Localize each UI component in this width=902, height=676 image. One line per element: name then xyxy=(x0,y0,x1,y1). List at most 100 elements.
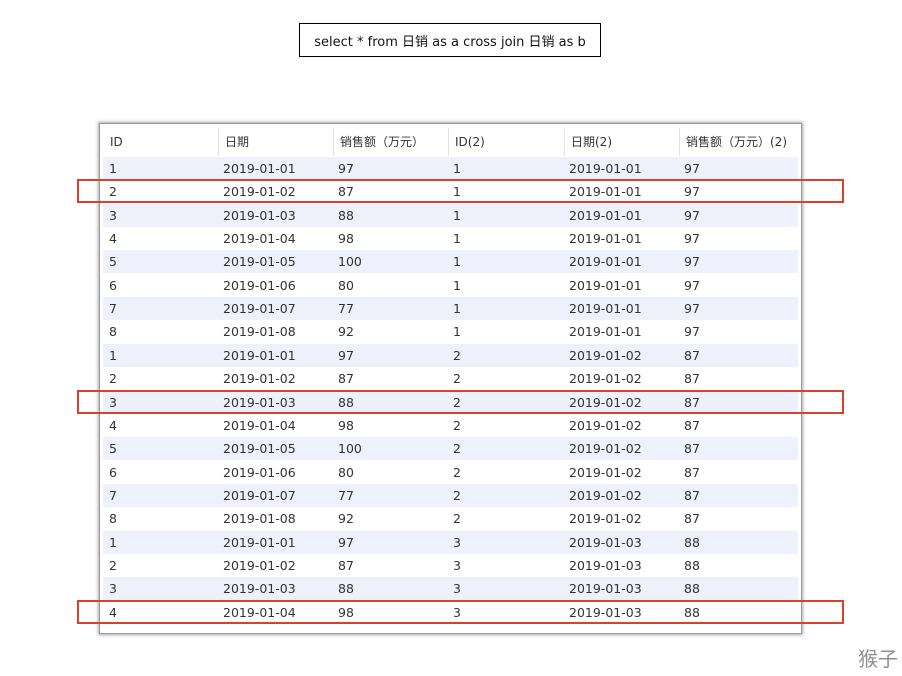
watermark-text: 猴子 xyxy=(858,647,898,671)
table-header: ID 日期 销售额（万元） ID(2) 日期(2) 销售额（万元）(2) xyxy=(100,128,800,156)
table-row[interactable]: 2 2019-01-02 87 1 2019-01-01 97 xyxy=(103,180,798,204)
cell-sales-2: 88 xyxy=(684,557,700,573)
cell-date: 2019-01-01 xyxy=(223,161,296,176)
column-header-date-2[interactable]: 日期(2) xyxy=(564,128,679,156)
cell-date-2: 2019-01-01 xyxy=(569,161,642,176)
cell-sales-2: 88 xyxy=(684,581,700,597)
cell-id-2: 1 xyxy=(453,184,461,200)
table-row[interactable]: 6 2019-01-06 80 1 2019-01-01 97 xyxy=(103,273,798,297)
cell-date: 2019-01-07 xyxy=(223,487,296,503)
cell-id-2: 2 xyxy=(453,511,461,527)
table-row[interactable]: 6 2019-01-06 80 2 2019-01-02 87 xyxy=(103,460,798,484)
table-row[interactable]: 5 2019-01-05 100 1 2019-01-01 97 xyxy=(103,250,798,274)
cell-id-2: 1 xyxy=(453,207,461,223)
cell-date-2: 2019-01-02 xyxy=(569,464,642,480)
cell-id-2: 3 xyxy=(453,534,461,550)
table-row[interactable]: 1 2019-01-01 97 2 2019-01-02 87 xyxy=(103,343,798,367)
cell-sales-2: 87 xyxy=(684,394,700,410)
cell-date: 2019-01-04 xyxy=(223,231,296,247)
cell-sales-2: 87 xyxy=(684,347,700,363)
cell-sales-2: 97 xyxy=(684,324,700,340)
cell-sales: 100 xyxy=(338,254,362,270)
cell-sales-2: 97 xyxy=(684,184,700,200)
cell-date-2: 2019-01-02 xyxy=(569,441,642,457)
column-header-sales[interactable]: 销售额（万元） xyxy=(333,128,448,156)
table-row[interactable]: 1 2019-01-01 97 3 2019-01-03 88 xyxy=(103,530,798,554)
column-header-id-2[interactable]: ID(2) xyxy=(448,128,564,156)
table-row[interactable]: 3 2019-01-03 88 3 2019-01-03 88 xyxy=(103,577,798,601)
cell-id-2: 2 xyxy=(453,417,461,433)
cell-sales: 98 xyxy=(338,604,354,620)
cell-id-2: 3 xyxy=(453,557,461,573)
cell-sales: 92 xyxy=(338,324,354,340)
cell-id-2: 3 xyxy=(453,581,461,597)
cell-sales-2: 97 xyxy=(684,231,700,247)
table-row[interactable]: 4 2019-01-04 98 2 2019-01-02 87 xyxy=(103,413,798,437)
cell-date: 2019-01-07 xyxy=(223,301,296,317)
cell-id: 4 xyxy=(109,231,117,247)
cell-date-2: 2019-01-01 xyxy=(569,324,642,340)
cell-sales-2: 87 xyxy=(684,417,700,433)
table-row[interactable]: 7 2019-01-07 77 2 2019-01-02 87 xyxy=(103,483,798,507)
table-row[interactable]: 7 2019-01-07 77 1 2019-01-01 97 xyxy=(103,297,798,321)
cell-id-2: 2 xyxy=(453,394,461,410)
cell-date-2: 2019-01-03 xyxy=(569,557,642,573)
cell-date-2: 2019-01-01 xyxy=(569,231,642,247)
sql-query-label: select * from 日销 as a cross join 日销 as b xyxy=(299,23,601,57)
cell-date: 2019-01-03 xyxy=(223,207,296,223)
cell-id-2: 1 xyxy=(453,161,461,176)
cell-id: 3 xyxy=(109,394,117,410)
cell-id-2: 1 xyxy=(453,254,461,270)
cell-id: 4 xyxy=(109,604,117,620)
cell-date: 2019-01-06 xyxy=(223,277,296,293)
cell-id: 7 xyxy=(109,301,117,317)
cell-sales: 87 xyxy=(338,371,354,387)
cell-date: 2019-01-04 xyxy=(223,604,296,620)
cell-sales: 97 xyxy=(338,534,354,550)
cell-sales: 92 xyxy=(338,511,354,527)
cell-id-2: 2 xyxy=(453,347,461,363)
cell-date: 2019-01-01 xyxy=(223,347,296,363)
cell-id-2: 2 xyxy=(453,464,461,480)
cell-sales-2: 88 xyxy=(684,604,700,620)
cell-date-2: 2019-01-02 xyxy=(569,394,642,410)
cell-sales: 80 xyxy=(338,277,354,293)
cell-id: 6 xyxy=(109,464,117,480)
cell-date-2: 2019-01-02 xyxy=(569,511,642,527)
cell-date-2: 2019-01-02 xyxy=(569,487,642,503)
cell-sales: 88 xyxy=(338,207,354,223)
column-header-date[interactable]: 日期 xyxy=(218,128,333,156)
cell-sales-2: 97 xyxy=(684,277,700,293)
cell-date: 2019-01-05 xyxy=(223,441,296,457)
table-row[interactable]: 8 2019-01-08 92 2 2019-01-02 87 xyxy=(103,507,798,531)
cell-id-2: 1 xyxy=(453,324,461,340)
table-row[interactable]: 2 2019-01-02 87 2 2019-01-02 87 xyxy=(103,367,798,391)
table-row[interactable]: 3 2019-01-03 88 1 2019-01-01 97 xyxy=(103,203,798,227)
cell-date: 2019-01-05 xyxy=(223,254,296,270)
table-row[interactable]: 5 2019-01-05 100 2 2019-01-02 87 xyxy=(103,437,798,461)
cell-sales-2: 87 xyxy=(684,511,700,527)
cell-sales: 100 xyxy=(338,441,362,457)
column-header-sales-2[interactable]: 销售额（万元）(2) xyxy=(679,128,799,156)
cell-date-2: 2019-01-01 xyxy=(569,254,642,270)
cell-id-2: 1 xyxy=(453,231,461,247)
cell-id: 5 xyxy=(109,441,117,457)
cell-id: 4 xyxy=(109,417,117,433)
cell-id: 8 xyxy=(109,511,117,527)
table-row[interactable]: 3 2019-01-03 88 2 2019-01-02 87 xyxy=(103,390,798,414)
cell-sales: 98 xyxy=(338,417,354,433)
cell-sales-2: 97 xyxy=(684,161,700,176)
cell-sales-2: 97 xyxy=(684,207,700,223)
table-row[interactable]: 1 2019-01-01 97 1 2019-01-01 97 xyxy=(103,157,798,180)
cell-date-2: 2019-01-03 xyxy=(569,581,642,597)
column-header-id[interactable]: ID xyxy=(104,128,218,156)
cell-date: 2019-01-02 xyxy=(223,184,296,200)
cell-id: 3 xyxy=(109,207,117,223)
table-row[interactable]: 2 2019-01-02 87 3 2019-01-03 88 xyxy=(103,553,798,577)
cell-sales-2: 87 xyxy=(684,371,700,387)
table-row[interactable]: 4 2019-01-04 98 1 2019-01-01 97 xyxy=(103,227,798,251)
cell-date: 2019-01-03 xyxy=(223,394,296,410)
cell-sales: 77 xyxy=(338,487,354,503)
table-row[interactable]: 8 2019-01-08 92 1 2019-01-01 97 xyxy=(103,320,798,344)
table-row[interactable]: 4 2019-01-04 98 3 2019-01-03 88 xyxy=(103,600,798,624)
